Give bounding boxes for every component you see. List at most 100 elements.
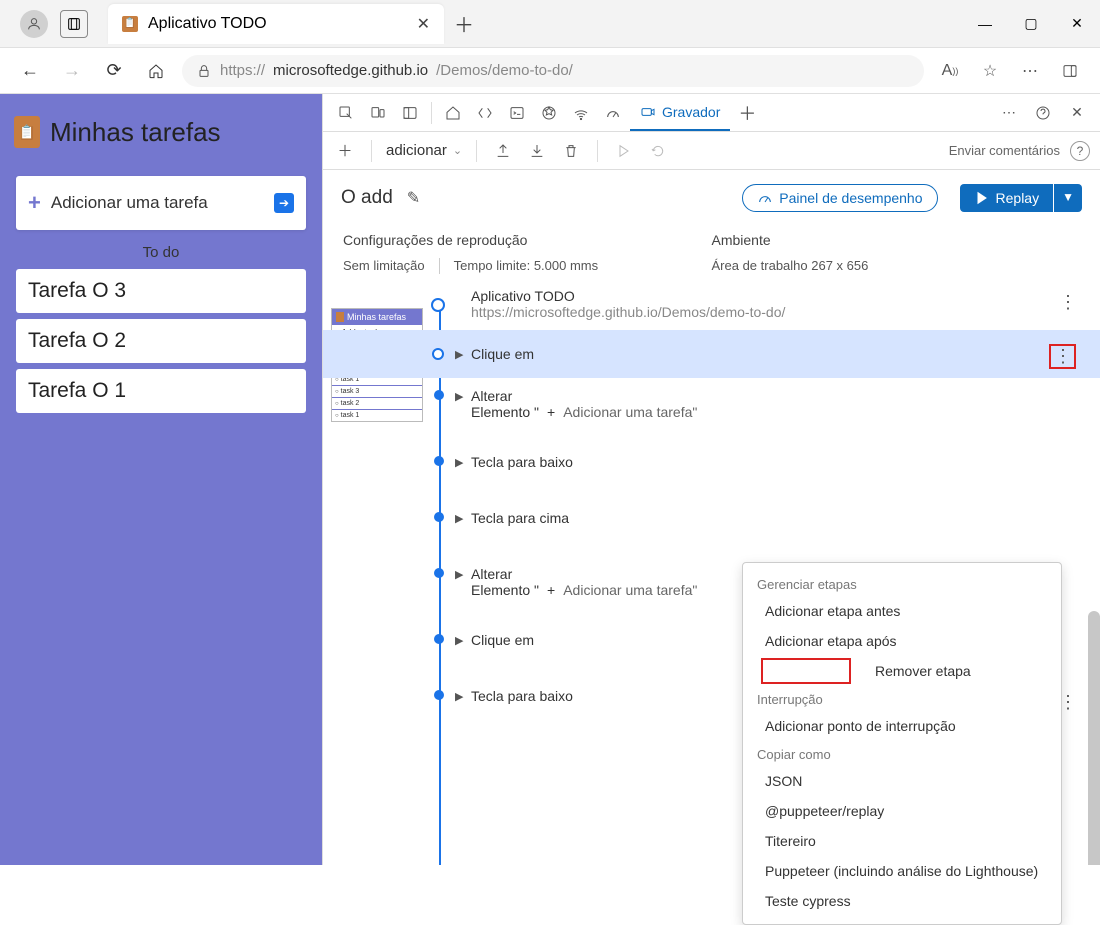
step-label: Alterar <box>471 388 512 404</box>
timeout-value[interactable]: Tempo limite: 5.000 mms <box>454 258 599 274</box>
performance-tab-icon[interactable] <box>598 98 628 128</box>
chevron-down-icon: ⌄ <box>453 144 462 157</box>
network-tab-icon[interactable] <box>566 98 596 128</box>
plus-icon: + <box>28 190 41 216</box>
performance-panel-button[interactable]: Painel de desempenho <box>742 184 937 212</box>
minimize-button[interactable]: — <box>962 0 1008 48</box>
refresh-button[interactable]: ⟳ <box>98 55 130 87</box>
recorder-help-icon[interactable]: ? <box>1070 141 1090 161</box>
inspect-icon[interactable] <box>331 98 361 128</box>
new-tab-button[interactable]: ＋ <box>454 9 474 38</box>
send-feedback-link[interactable]: Enviar comentários <box>949 143 1060 158</box>
replay-step-icon[interactable] <box>646 139 670 163</box>
favorite-icon[interactable]: ☆ <box>974 55 1006 87</box>
maximize-button[interactable]: ▢ <box>1008 0 1054 48</box>
replay-button[interactable]: Replay <box>960 184 1054 212</box>
url-domain: microsoftedge.github.io <box>273 62 428 79</box>
export-icon[interactable] <box>491 139 515 163</box>
task-item[interactable]: Tarefa O 3 <box>16 269 306 313</box>
step-change[interactable]: ▶ Alterar Elemento " + Adicionar uma tar… <box>323 378 1100 430</box>
menu-add-step-after[interactable]: Adicionar etapa após <box>743 626 1061 656</box>
home-button[interactable] <box>140 55 172 87</box>
close-tab-icon[interactable]: ✕ <box>417 14 430 34</box>
replay-settings: Configurações de reprodução Sem limitaçã… <box>323 226 1100 278</box>
menu-copy-json[interactable]: JSON <box>743 766 1061 796</box>
add-tab-button[interactable]: ＋ <box>738 100 756 126</box>
menu-group-copy: Copiar como <box>743 741 1061 766</box>
help-icon[interactable] <box>1028 98 1058 128</box>
step-context-menu: Gerenciar etapas Adicionar etapa antes A… <box>742 562 1062 925</box>
read-aloud-icon[interactable]: A)) <box>934 55 966 87</box>
step-label: Clique em <box>471 346 534 362</box>
window-titlebar: 📋 Aplicativo TODO ✕ ＋ — ▢ ✕ <box>0 0 1100 48</box>
menu-remove-step[interactable]: Remover etapa <box>743 656 1061 686</box>
menu-copy-puppeteer-lh[interactable]: Puppeteer (incluindo análise do Lighthou… <box>743 856 1061 886</box>
menu-copy-puppeteer[interactable]: Titereiro <box>743 826 1061 856</box>
replay-dropdown[interactable]: ▼ <box>1054 184 1082 212</box>
profile-icon[interactable] <box>20 10 48 38</box>
url-path: /Demos/demo-to-do/ <box>436 62 573 79</box>
import-icon[interactable] <box>525 139 549 163</box>
elements-tab-icon[interactable] <box>470 98 500 128</box>
edit-name-icon[interactable]: ✎ <box>407 188 420 208</box>
lock-icon <box>196 63 212 79</box>
step-label: Alterar <box>471 566 512 582</box>
task-item[interactable]: Tarefa O 1 <box>16 369 306 413</box>
recorder-toolbar: ＋ adicionar ⌄ Enviar comentários ? <box>323 132 1100 170</box>
welcome-tab-icon[interactable] <box>438 98 468 128</box>
recording-selector[interactable]: adicionar ⌄ <box>386 142 462 159</box>
device-icon[interactable] <box>363 98 393 128</box>
todo-app-pane: 📋 Minhas tarefas + Adicionar uma tarefa … <box>0 94 322 865</box>
menu-copy-puppeteer-replay[interactable]: @puppeteer/replay <box>743 796 1061 826</box>
menu-add-breakpoint[interactable]: Adicionar ponto de interrupção <box>743 711 1061 741</box>
add-task-input[interactable]: + Adicionar uma tarefa ➔ <box>16 176 306 230</box>
clipboard-icon: 📋 <box>14 116 40 148</box>
console-tab-icon[interactable] <box>502 98 532 128</box>
sidebar-toggle-icon[interactable] <box>1054 55 1086 87</box>
perf-panel-label: Painel de desempenho <box>779 190 922 206</box>
step-keydown[interactable]: ▶ Tecla para baixo <box>323 444 1100 480</box>
devtools-panel: Gravador ＋ ⋯ ✕ ＋ adicionar ⌄ Envia <box>322 94 1100 865</box>
todo-section-label: To do <box>0 244 322 261</box>
step-click[interactable]: ▶ Clique em ⋮ <box>323 330 1100 378</box>
task-item[interactable]: Tarefa O 2 <box>16 319 306 363</box>
delete-icon[interactable] <box>559 139 583 163</box>
url-prefix: https:// <box>220 62 265 79</box>
url-input[interactable]: https:// microsoftedge.github.io/Demos/de… <box>182 55 924 87</box>
play-step-icon[interactable] <box>612 139 636 163</box>
throttle-value[interactable]: Sem limitação <box>343 258 425 274</box>
menu-group-manage: Gerenciar etapas <box>743 571 1061 596</box>
close-devtools-icon[interactable]: ✕ <box>1062 98 1092 128</box>
replay-label: Replay <box>996 190 1040 206</box>
scrollbar-thumb[interactable] <box>1088 611 1100 865</box>
step-url: https://microsoftedge.github.io/Demos/de… <box>471 304 1060 320</box>
browser-tab[interactable]: 📋 Aplicativo TODO ✕ <box>108 4 444 44</box>
tab-title: Aplicativo TODO <box>148 15 267 33</box>
recording-header: O add ✎ Painel de desempenho Replay ▼ <box>323 170 1100 226</box>
devtools-tab-strip: Gravador ＋ ⋯ ✕ <box>323 94 1100 132</box>
recording-select-label: adicionar <box>386 142 447 159</box>
more-tools-icon[interactable]: ⋯ <box>994 98 1024 128</box>
dock-icon[interactable] <box>395 98 425 128</box>
viewport-value[interactable]: Área de trabalho 267 x 656 <box>712 258 869 273</box>
step-more-icon[interactable]: ⋮ <box>1059 292 1076 313</box>
menu-add-step-before[interactable]: Adicionar etapa antes <box>743 596 1061 626</box>
step-more-icon[interactable]: ⋮ <box>1049 344 1076 369</box>
step-navigate[interactable]: Aplicativo TODO https://microsoftedge.gi… <box>323 278 1100 330</box>
step-label: Tecla para baixo <box>471 688 573 704</box>
sources-tab-icon[interactable] <box>534 98 564 128</box>
menu-copy-cypress[interactable]: Teste cypress <box>743 886 1061 916</box>
tab-recorder[interactable]: Gravador <box>630 95 730 131</box>
highlight-box <box>761 658 851 684</box>
repro-settings-heading: Configurações de reprodução <box>343 232 712 248</box>
new-recording-icon[interactable]: ＋ <box>333 139 357 163</box>
submit-task-icon[interactable]: ➔ <box>274 193 294 213</box>
step-keyup[interactable]: ▶ Tecla para cima <box>323 500 1100 536</box>
more-menu-icon[interactable]: ⋯ <box>1014 55 1046 87</box>
clipboard-icon: 📋 <box>122 16 138 32</box>
workspaces-icon[interactable] <box>60 10 88 38</box>
back-button[interactable]: ← <box>14 55 46 87</box>
step-label: Clique em <box>471 632 534 648</box>
close-window-button[interactable]: ✕ <box>1054 0 1100 48</box>
address-bar: ← → ⟳ https://microsoftedge.github.io/De… <box>0 48 1100 94</box>
